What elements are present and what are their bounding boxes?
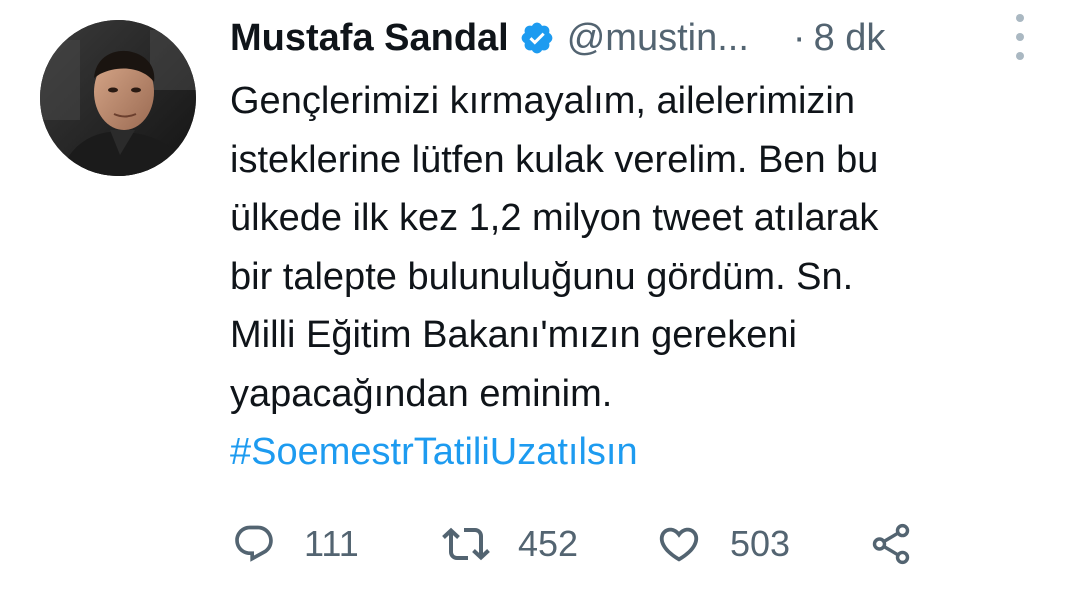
reply-bubble-icon: [235, 525, 273, 562]
action-bar: 111 452 503: [232, 514, 1032, 574]
tweet-line: bir talepte bulunuluğunu gördüm. Sn.: [230, 255, 854, 298]
like-button[interactable]: 503: [656, 514, 790, 574]
heart-icon: [659, 527, 699, 562]
author-name[interactable]: Mustafa Sandal: [230, 12, 509, 64]
tweet-line: yapacağından eminim.: [230, 372, 613, 415]
retweet-count: 452: [518, 523, 579, 564]
tweet-text: Gençlerimizi kırmayalım, ailelerimizin i…: [230, 72, 1050, 482]
tweet-timestamp[interactable]: 8 dk: [814, 12, 886, 64]
share-button[interactable]: [868, 514, 914, 574]
tweet-line: isteklerine lütfen kulak verelim. Ben bu: [230, 138, 879, 181]
more-vertical-icon[interactable]: [1012, 14, 1028, 60]
verified-badge-icon: [519, 20, 555, 56]
tweet-line: ülkede ilk kez 1,2 milyon tweet atılarak: [230, 197, 879, 239]
reply-count: 111: [304, 523, 359, 564]
retweet-icon: [442, 527, 490, 561]
separator-dot: ·: [792, 17, 806, 59]
tweet-card: Mustafa Sandal @mustin... · 8 dk Gençler…: [0, 0, 1080, 601]
like-count: 503: [730, 523, 791, 564]
avatar[interactable]: [40, 20, 196, 176]
share-icon: [872, 523, 910, 565]
retweet-button[interactable]: 452: [442, 514, 578, 574]
avatar-photo: [40, 20, 196, 176]
tweet-header: Mustafa Sandal @mustin... · 8 dk: [230, 12, 1040, 64]
tweet-line: Gençlerimizi kırmayalım, ailelerimizin: [230, 80, 855, 122]
hashtag-link[interactable]: #SoemestrTatiliUzatılsın: [230, 423, 1050, 482]
tweet-line: Milli Eğitim Bakanı'mızın gerekeni: [230, 314, 797, 356]
author-handle[interactable]: @mustin...: [567, 12, 749, 64]
reply-button[interactable]: 111: [232, 514, 359, 574]
